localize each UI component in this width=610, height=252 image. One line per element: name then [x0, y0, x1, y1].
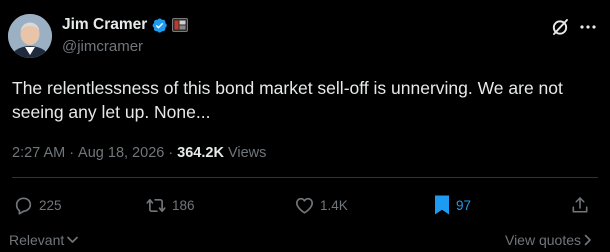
- avatar-icon: [8, 14, 52, 58]
- share-icon: [572, 196, 588, 213]
- meta-separator: ·: [69, 145, 75, 161]
- sort-label: Relevant: [9, 232, 65, 248]
- reply-icon: [15, 196, 32, 215]
- tweet-text: The relentlessness of this bond market s…: [12, 78, 563, 122]
- bookmark-count: 97: [456, 197, 472, 213]
- chevron-down-icon: [67, 236, 79, 243]
- like-count: 1.4K: [320, 197, 348, 213]
- view-quotes-label: View quotes: [504, 232, 581, 248]
- reply-count: 225: [39, 197, 62, 213]
- divider: [12, 177, 598, 178]
- reply-button[interactable]: 225: [13, 194, 62, 216]
- tweet-time[interactable]: 2:27 AM: [12, 145, 65, 161]
- heart-icon: [295, 197, 314, 214]
- meta-separator: ·: [168, 145, 174, 161]
- bookmark-icon: [435, 195, 449, 215]
- author-name-row: Jim Cramer: [62, 15, 189, 35]
- tweet-date[interactable]: Aug 18, 2026: [78, 145, 164, 161]
- repost-count: 186: [172, 197, 195, 213]
- tweet-card: Jim Cramer @jimcramer The relentlessness…: [0, 0, 610, 252]
- verified-badge-icon[interactable]: [151, 17, 168, 34]
- repost-button[interactable]: 186: [145, 194, 195, 216]
- affiliate-flag-icon[interactable]: [172, 18, 189, 32]
- tweet-meta: 2:27 AM · Aug 18, 2026 · 364.2K Views: [12, 145, 266, 161]
- view-quotes-link[interactable]: View quotes: [505, 232, 592, 248]
- views-count[interactable]: 364.2K: [177, 145, 224, 161]
- author-handle[interactable]: @jimcramer: [62, 38, 143, 55]
- share-button[interactable]: [570, 194, 590, 216]
- avatar[interactable]: [8, 14, 52, 58]
- sort-dropdown[interactable]: Relevant: [9, 232, 79, 248]
- views-label: Views: [227, 145, 267, 161]
- chevron-right-icon: [584, 234, 591, 246]
- repost-icon: [146, 198, 166, 212]
- more-icon[interactable]: [579, 18, 597, 36]
- bookmark-button[interactable]: 97: [433, 194, 471, 216]
- like-button[interactable]: 1.4K: [294, 194, 348, 216]
- grok-icon[interactable]: [550, 17, 570, 37]
- display-name[interactable]: Jim Cramer: [62, 16, 147, 34]
